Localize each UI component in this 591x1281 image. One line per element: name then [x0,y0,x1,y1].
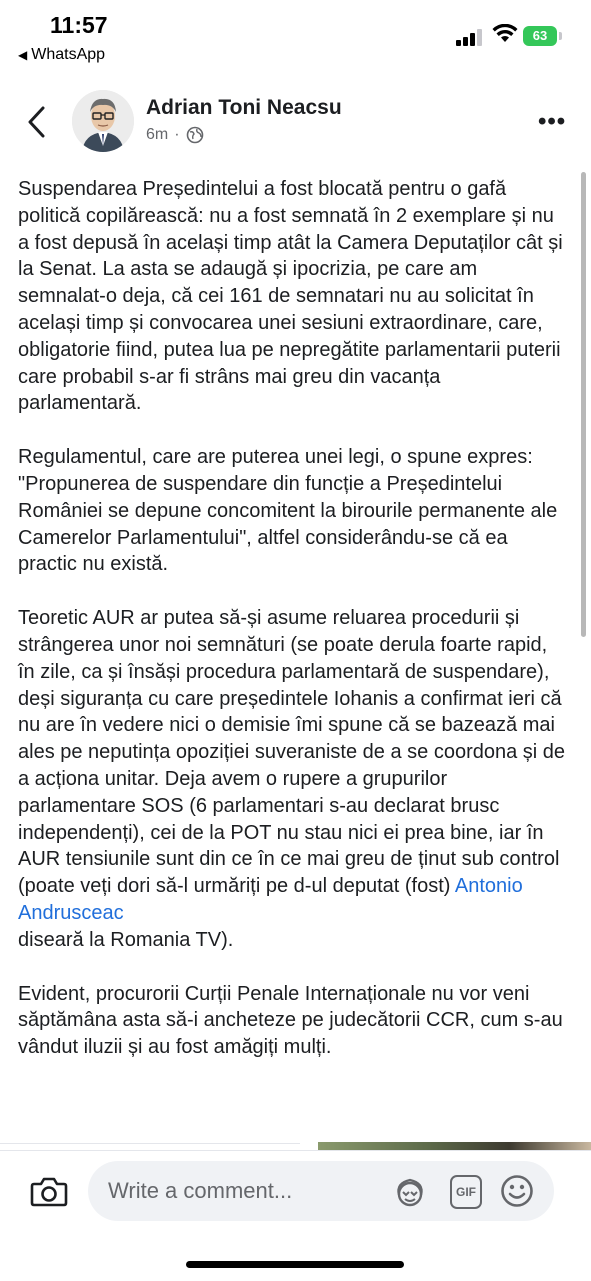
home-indicator[interactable] [186,1261,404,1268]
comment-placeholder: Write a comment... [108,1178,293,1203]
scrollbar[interactable] [581,172,586,637]
status-time: 11:57 [50,12,108,38]
battery-tip [559,32,562,40]
gif-button[interactable]: GIF [450,1175,482,1209]
back-to-app-link[interactable]: ◀ WhatsApp [18,46,105,64]
status-bar: 11:57 ◀ WhatsApp 63 [0,0,591,72]
back-app-label: WhatsApp [31,46,106,63]
post-header: Adrian Toni Neacsu 6m · ••• [0,80,591,170]
more-options-button[interactable]: ••• [538,108,566,136]
back-triangle-icon: ◀ [18,48,28,62]
battery-level: 63 [532,28,548,43]
post-time[interactable]: 6m [146,126,168,144]
post-body: Suspendarea Președintelui a fost blocată… [18,176,566,1088]
author-avatar-illustration [72,90,134,152]
avatar-sticker-icon[interactable] [392,1175,428,1209]
divider [0,1143,300,1144]
more-dots-icon: ••• [538,108,567,135]
post-meta: 6m · [146,126,204,144]
gif-label: GIF [456,1185,476,1199]
post-paragraph-2: Regulamentul, care are puterea unei legi… [18,446,558,576]
emoji-icon[interactable] [500,1174,534,1208]
back-chevron-icon[interactable] [22,102,52,142]
post-paragraph-3: Teoretic AUR ar putea să-și asume reluar… [18,605,566,953]
meta-separator: · [174,126,180,143]
paragraph-3-text-before: Teoretic AUR ar putea să-și asume reluar… [18,607,566,898]
battery-indicator: 63 [523,26,557,46]
globe-icon [186,126,203,144]
camera-icon[interactable] [30,1175,68,1207]
post-paragraph-1: Suspendarea Președintelui a fost blocată… [18,178,563,415]
author-name[interactable]: Adrian Toni Neacsu [146,96,342,120]
comment-input[interactable]: Write a comment... GIF [88,1161,554,1221]
wifi-icon [492,24,518,42]
cellular-signal-icon [456,28,486,46]
author-avatar[interactable] [72,90,134,152]
paragraph-3-text-after: diseară la Romania TV). [18,928,234,951]
post-paragraph-4: Evident, procurorii Curții Penale Intern… [18,982,563,1059]
